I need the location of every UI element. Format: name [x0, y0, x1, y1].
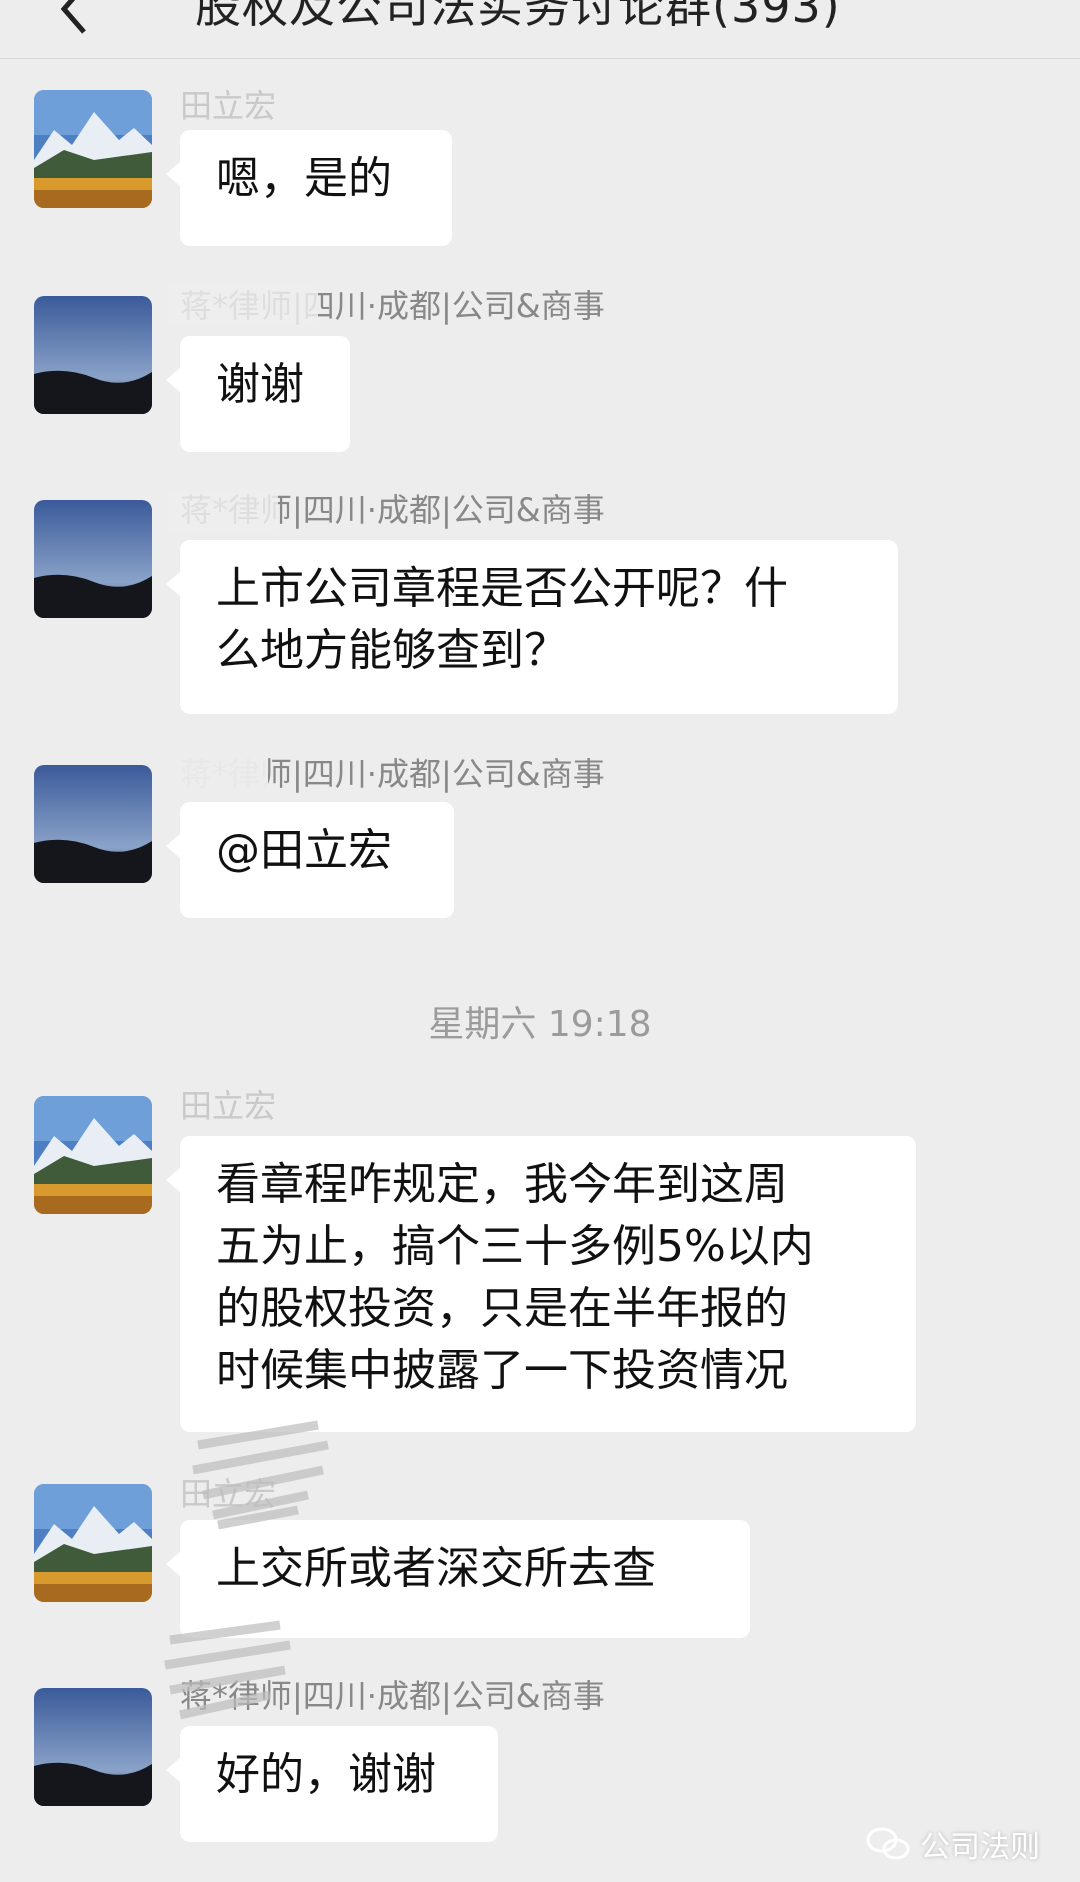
timestamp: 星期六 19:18	[428, 1004, 652, 1045]
back-icon[interactable]	[44, 0, 114, 44]
avatar-dusk-icon[interactable]	[34, 765, 152, 883]
avatar-mountain-icon[interactable]	[34, 1484, 152, 1602]
redaction-scribble	[168, 754, 268, 794]
top-bar: 股权及公司法实务讨论群(393)	[0, 0, 1080, 59]
message-bubble[interactable]: @田立宏	[166, 802, 454, 918]
sender-name: 田立宏	[180, 87, 277, 125]
redaction-scribble	[192, 1420, 329, 1530]
avatar-mountain-icon[interactable]	[34, 1096, 152, 1214]
message-bubble[interactable]: 上市公司章程是否公开呢？什 么地方能够查到？	[166, 540, 898, 714]
watermark: 公司法则	[866, 1822, 1040, 1866]
chat-title: 股权及公司法实务讨论群(393)	[195, 0, 841, 33]
watermark-text: 公司法则	[920, 1830, 1040, 1865]
message-bubble[interactable]: 好的，谢谢	[166, 1726, 498, 1842]
avatar-mountain-icon[interactable]	[34, 90, 152, 208]
sender-name: 田立宏	[180, 1087, 277, 1125]
message-bubble[interactable]: 谢谢	[166, 336, 350, 452]
wechat-icon	[866, 1827, 910, 1860]
avatar-dusk-icon[interactable]	[34, 500, 152, 618]
avatar-dusk-icon[interactable]	[34, 296, 152, 414]
redaction-scribble	[168, 490, 278, 530]
redaction-scribble	[168, 286, 318, 326]
message-bubble[interactable]: 嗯，是的	[166, 130, 452, 246]
avatar-dusk-icon[interactable]	[34, 1688, 152, 1806]
redaction-scribble	[164, 1620, 291, 1720]
message-bubble[interactable]: 看章程咋规定，我今年到这周 五为止，搞个三十多例5%以内 的股权投资，只是在半年…	[166, 1136, 916, 1432]
